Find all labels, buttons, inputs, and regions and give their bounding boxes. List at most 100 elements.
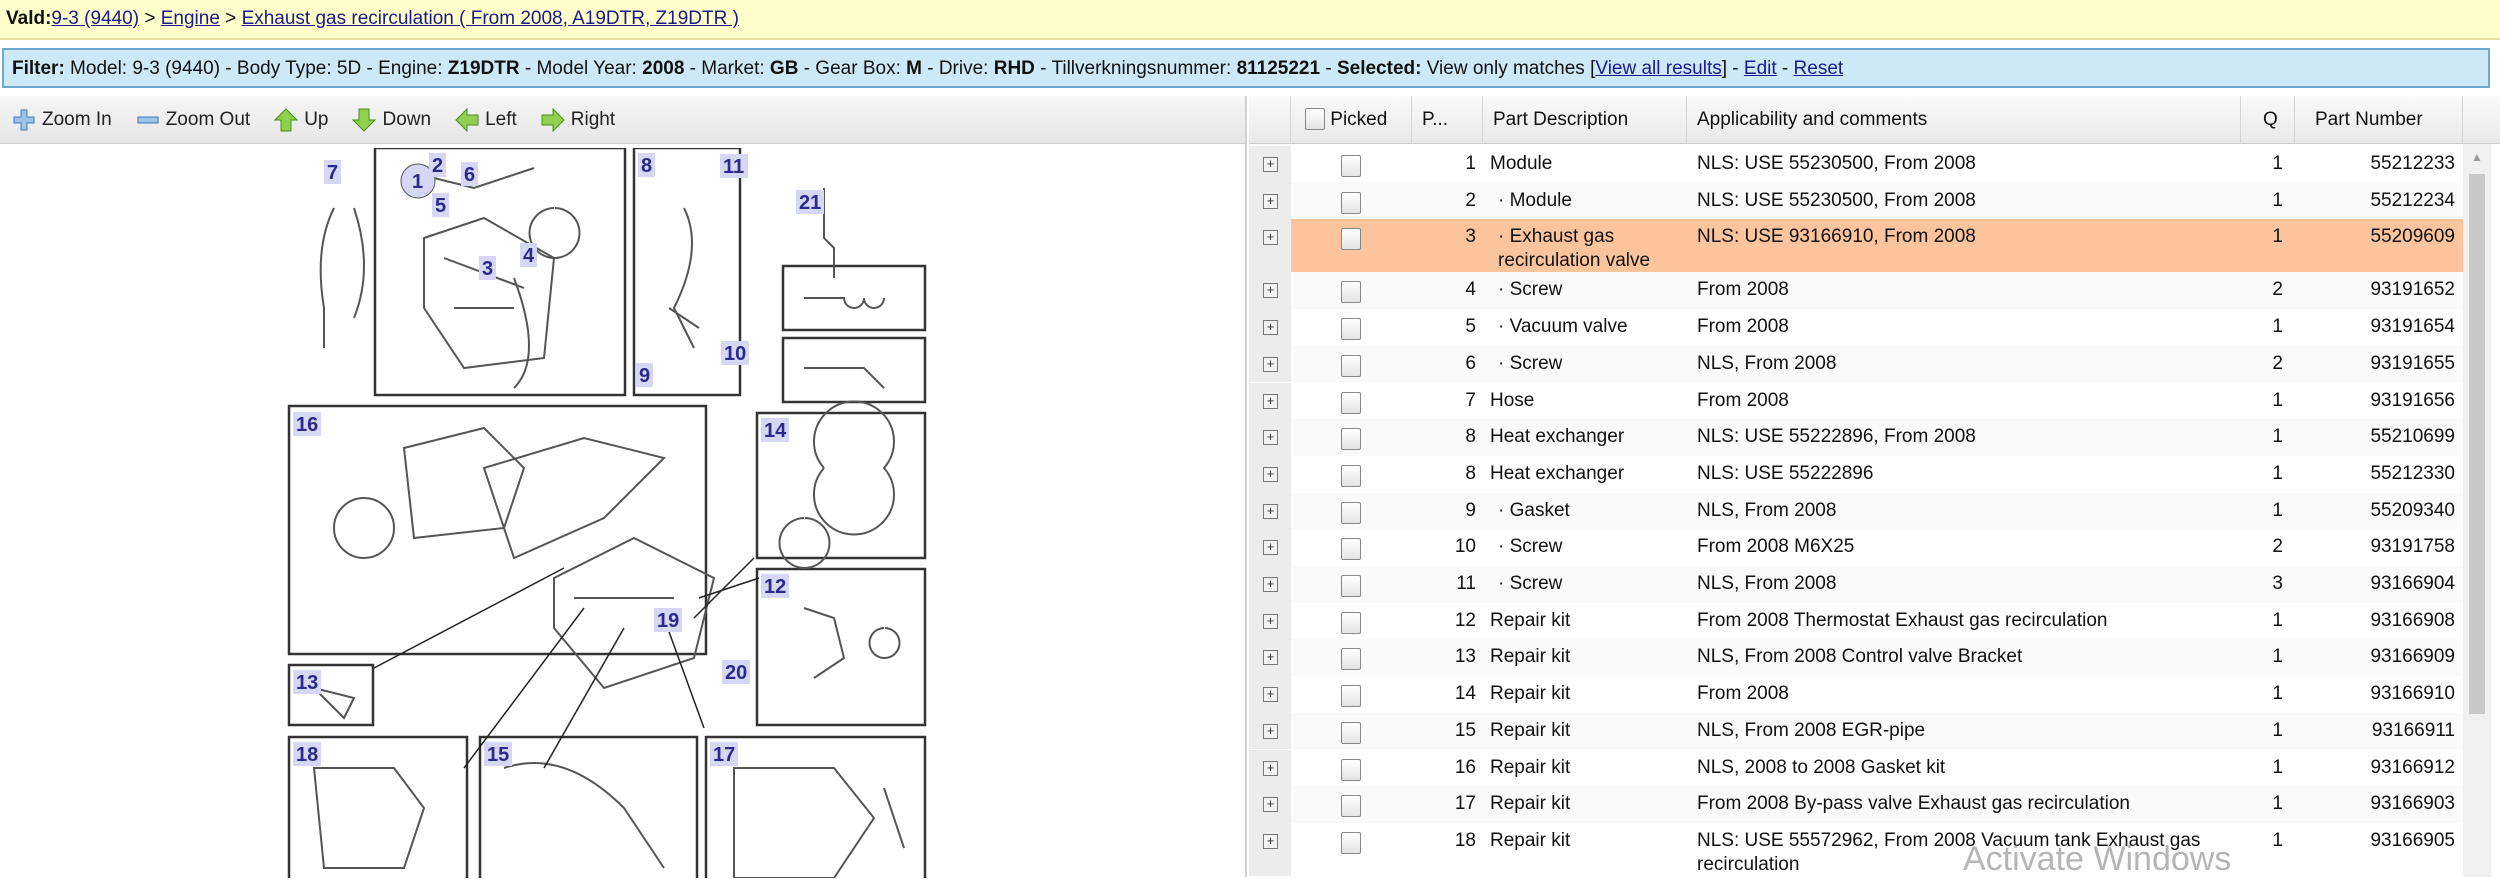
expand-row-icon[interactable]: + <box>1263 613 1278 629</box>
callout-19[interactable]: 19 <box>657 610 679 632</box>
picked-checkbox[interactable] <box>1341 464 1361 487</box>
quantity-column-header[interactable]: Q <box>2241 96 2295 144</box>
zoom-in-button[interactable]: Zoom In <box>12 108 112 132</box>
table-row[interactable]: + 9 · Gasket NLS, From 2008 1 55209340 <box>1249 492 2464 530</box>
table-row[interactable]: + 10 · Screw From 2008 M6X25 2 93191758 <box>1249 529 2464 566</box>
picked-checkbox[interactable] <box>1341 281 1361 304</box>
expand-row-icon[interactable]: + <box>1263 723 1278 739</box>
picked-checkbox[interactable] <box>1341 354 1361 377</box>
zoom-out-button[interactable]: Zoom Out <box>136 108 250 132</box>
picked-column-header[interactable]: Picked <box>1291 96 1412 144</box>
table-row[interactable]: + 15 Repair kit NLS, From 2008 EGR-pipe … <box>1249 712 2464 750</box>
expand-row-icon[interactable]: + <box>1263 687 1278 703</box>
table-row[interactable]: + 1 Module NLS: USE 55230500, From 2008 … <box>1249 146 2464 183</box>
table-row[interactable]: + 17 Repair kit From 2008 By-pass valve … <box>1249 786 2464 823</box>
expand-row-icon[interactable]: + <box>1263 157 1278 172</box>
picked-checkbox[interactable] <box>1341 391 1361 414</box>
picked-checkbox[interactable] <box>1341 795 1361 818</box>
picked-checkbox[interactable] <box>1341 575 1361 597</box>
applicability-column-header[interactable]: Applicability and comments <box>1687 96 2241 144</box>
picked-checkbox[interactable] <box>1341 611 1361 634</box>
table-row[interactable]: + 3 · Exhaust gas recirculation valve NL… <box>1249 219 2464 273</box>
picked-checkbox[interactable] <box>1341 318 1361 341</box>
callout-3[interactable]: 3 <box>482 258 493 280</box>
callout-11[interactable]: 11 <box>723 156 744 178</box>
table-row[interactable]: + 6 · Screw NLS, From 2008 2 93191655 <box>1249 345 2464 383</box>
callout-18[interactable]: 18 <box>296 744 318 766</box>
callout-20[interactable]: 20 <box>725 662 747 684</box>
picked-checkbox[interactable] <box>1341 538 1361 561</box>
callout-17[interactable]: 17 <box>713 744 735 766</box>
callout-14[interactable]: 14 <box>764 420 787 442</box>
expand-row-icon[interactable]: + <box>1263 466 1278 482</box>
pan-down-button[interactable]: Down <box>352 108 431 132</box>
callout-9[interactable]: 9 <box>639 365 650 387</box>
table-row[interactable]: + 7 Hose From 2008 1 93191656 <box>1249 382 2464 420</box>
table-row[interactable]: + 18 Repair kit NLS: USE 55572962, From … <box>1249 822 2464 876</box>
callout-7[interactable]: 7 <box>327 162 338 184</box>
picked-checkbox[interactable] <box>1341 155 1361 177</box>
expand-row-icon[interactable]: + <box>1263 760 1278 776</box>
picked-checkbox[interactable] <box>1341 721 1361 744</box>
picked-checkbox[interactable] <box>1341 685 1361 708</box>
pan-up-button[interactable]: Up <box>274 107 328 132</box>
exploded-parts-diagram[interactable]: 1234567 89101112131415161718192021 <box>284 148 930 878</box>
expand-row-icon[interactable]: + <box>1263 650 1278 666</box>
callout-21[interactable]: 21 <box>799 192 821 214</box>
expand-row-icon[interactable]: + <box>1263 393 1278 409</box>
expand-row-icon[interactable]: + <box>1263 797 1278 813</box>
picked-checkbox[interactable] <box>1341 228 1361 251</box>
table-row[interactable]: + 12 Repair kit From 2008 Thermostat Exh… <box>1249 602 2464 640</box>
picked-checkbox[interactable] <box>1341 648 1361 671</box>
callout-6[interactable]: 6 <box>464 164 475 186</box>
expand-row-icon[interactable]: + <box>1263 356 1278 372</box>
expand-row-icon[interactable]: + <box>1263 193 1278 209</box>
breadcrumb-egr-link[interactable]: Exhaust gas recirculation ( From 2008, A… <box>242 8 739 29</box>
expand-row-icon[interactable]: + <box>1263 283 1278 299</box>
table-row[interactable]: + 4 · Screw From 2008 2 93191652 <box>1249 272 2464 310</box>
callout-8[interactable]: 8 <box>641 155 652 177</box>
callout-1[interactable]: 1 <box>412 171 423 193</box>
picked-checkbox[interactable] <box>1341 758 1361 781</box>
table-scrollbar[interactable]: ▲ <box>2463 144 2491 877</box>
description-column-header[interactable]: Part Description <box>1483 96 1687 144</box>
position-column-header[interactable]: P... <box>1412 96 1483 144</box>
table-row[interactable]: + 8 Heat exchanger NLS: USE 55222896 1 5… <box>1249 455 2464 493</box>
picked-checkbox[interactable] <box>1341 428 1361 451</box>
view-all-results-link[interactable]: View all results <box>1595 58 1721 79</box>
expand-row-icon[interactable]: + <box>1263 430 1278 446</box>
callout-5[interactable]: 5 <box>435 195 446 217</box>
expand-row-icon[interactable]: + <box>1263 320 1278 336</box>
expand-row-icon[interactable]: + <box>1263 503 1278 519</box>
expand-row-icon[interactable]: + <box>1263 833 1278 849</box>
callout-13[interactable]: 13 <box>296 672 318 694</box>
table-row[interactable]: + 16 Repair kit NLS, 2008 to 2008 Gasket… <box>1249 749 2464 787</box>
callout-12[interactable]: 12 <box>764 576 786 598</box>
pan-left-button[interactable]: Left <box>455 107 517 132</box>
scroll-up-arrow-icon[interactable]: ▲ <box>2471 150 2483 164</box>
picked-checkbox[interactable] <box>1341 831 1361 854</box>
picked-checkbox[interactable] <box>1341 501 1361 524</box>
table-row[interactable]: + 11 · Screw NLS, From 2008 3 93166904 <box>1249 566 2464 603</box>
table-row[interactable]: + 5 · Vacuum valve From 2008 1 93191654 <box>1249 309 2464 346</box>
table-row[interactable]: + 8 Heat exchanger NLS: USE 55222896, Fr… <box>1249 419 2464 456</box>
table-row[interactable]: + 14 Repair kit From 2008 1 93166910 <box>1249 676 2464 713</box>
edit-filter-link[interactable]: Edit <box>1744 58 1777 79</box>
callout-15[interactable]: 15 <box>487 744 509 766</box>
table-row[interactable]: + 2 · Module NLS: USE 55230500, From 200… <box>1249 182 2464 220</box>
breadcrumb-model-link[interactable]: 9-3 (9440) <box>51 8 139 29</box>
callout-16[interactable]: 16 <box>296 414 318 436</box>
select-all-checkbox[interactable] <box>1305 108 1325 130</box>
pan-right-button[interactable]: Right <box>541 107 615 132</box>
expand-row-icon[interactable]: + <box>1263 540 1278 556</box>
scrollbar-thumb[interactable] <box>2469 174 2485 714</box>
expand-row-icon[interactable]: + <box>1263 230 1278 246</box>
part-number-column-header[interactable]: Part Number <box>2295 96 2463 144</box>
breadcrumb-engine-link[interactable]: Engine <box>161 8 220 29</box>
reset-filter-link[interactable]: Reset <box>1794 58 1844 79</box>
callout-2[interactable]: 2 <box>432 155 443 177</box>
table-row[interactable]: + 13 Repair kit NLS, From 2008 Control v… <box>1249 639 2464 677</box>
picked-checkbox[interactable] <box>1341 191 1361 214</box>
callout-10[interactable]: 10 <box>724 343 746 365</box>
expand-row-icon[interactable]: + <box>1263 577 1278 592</box>
